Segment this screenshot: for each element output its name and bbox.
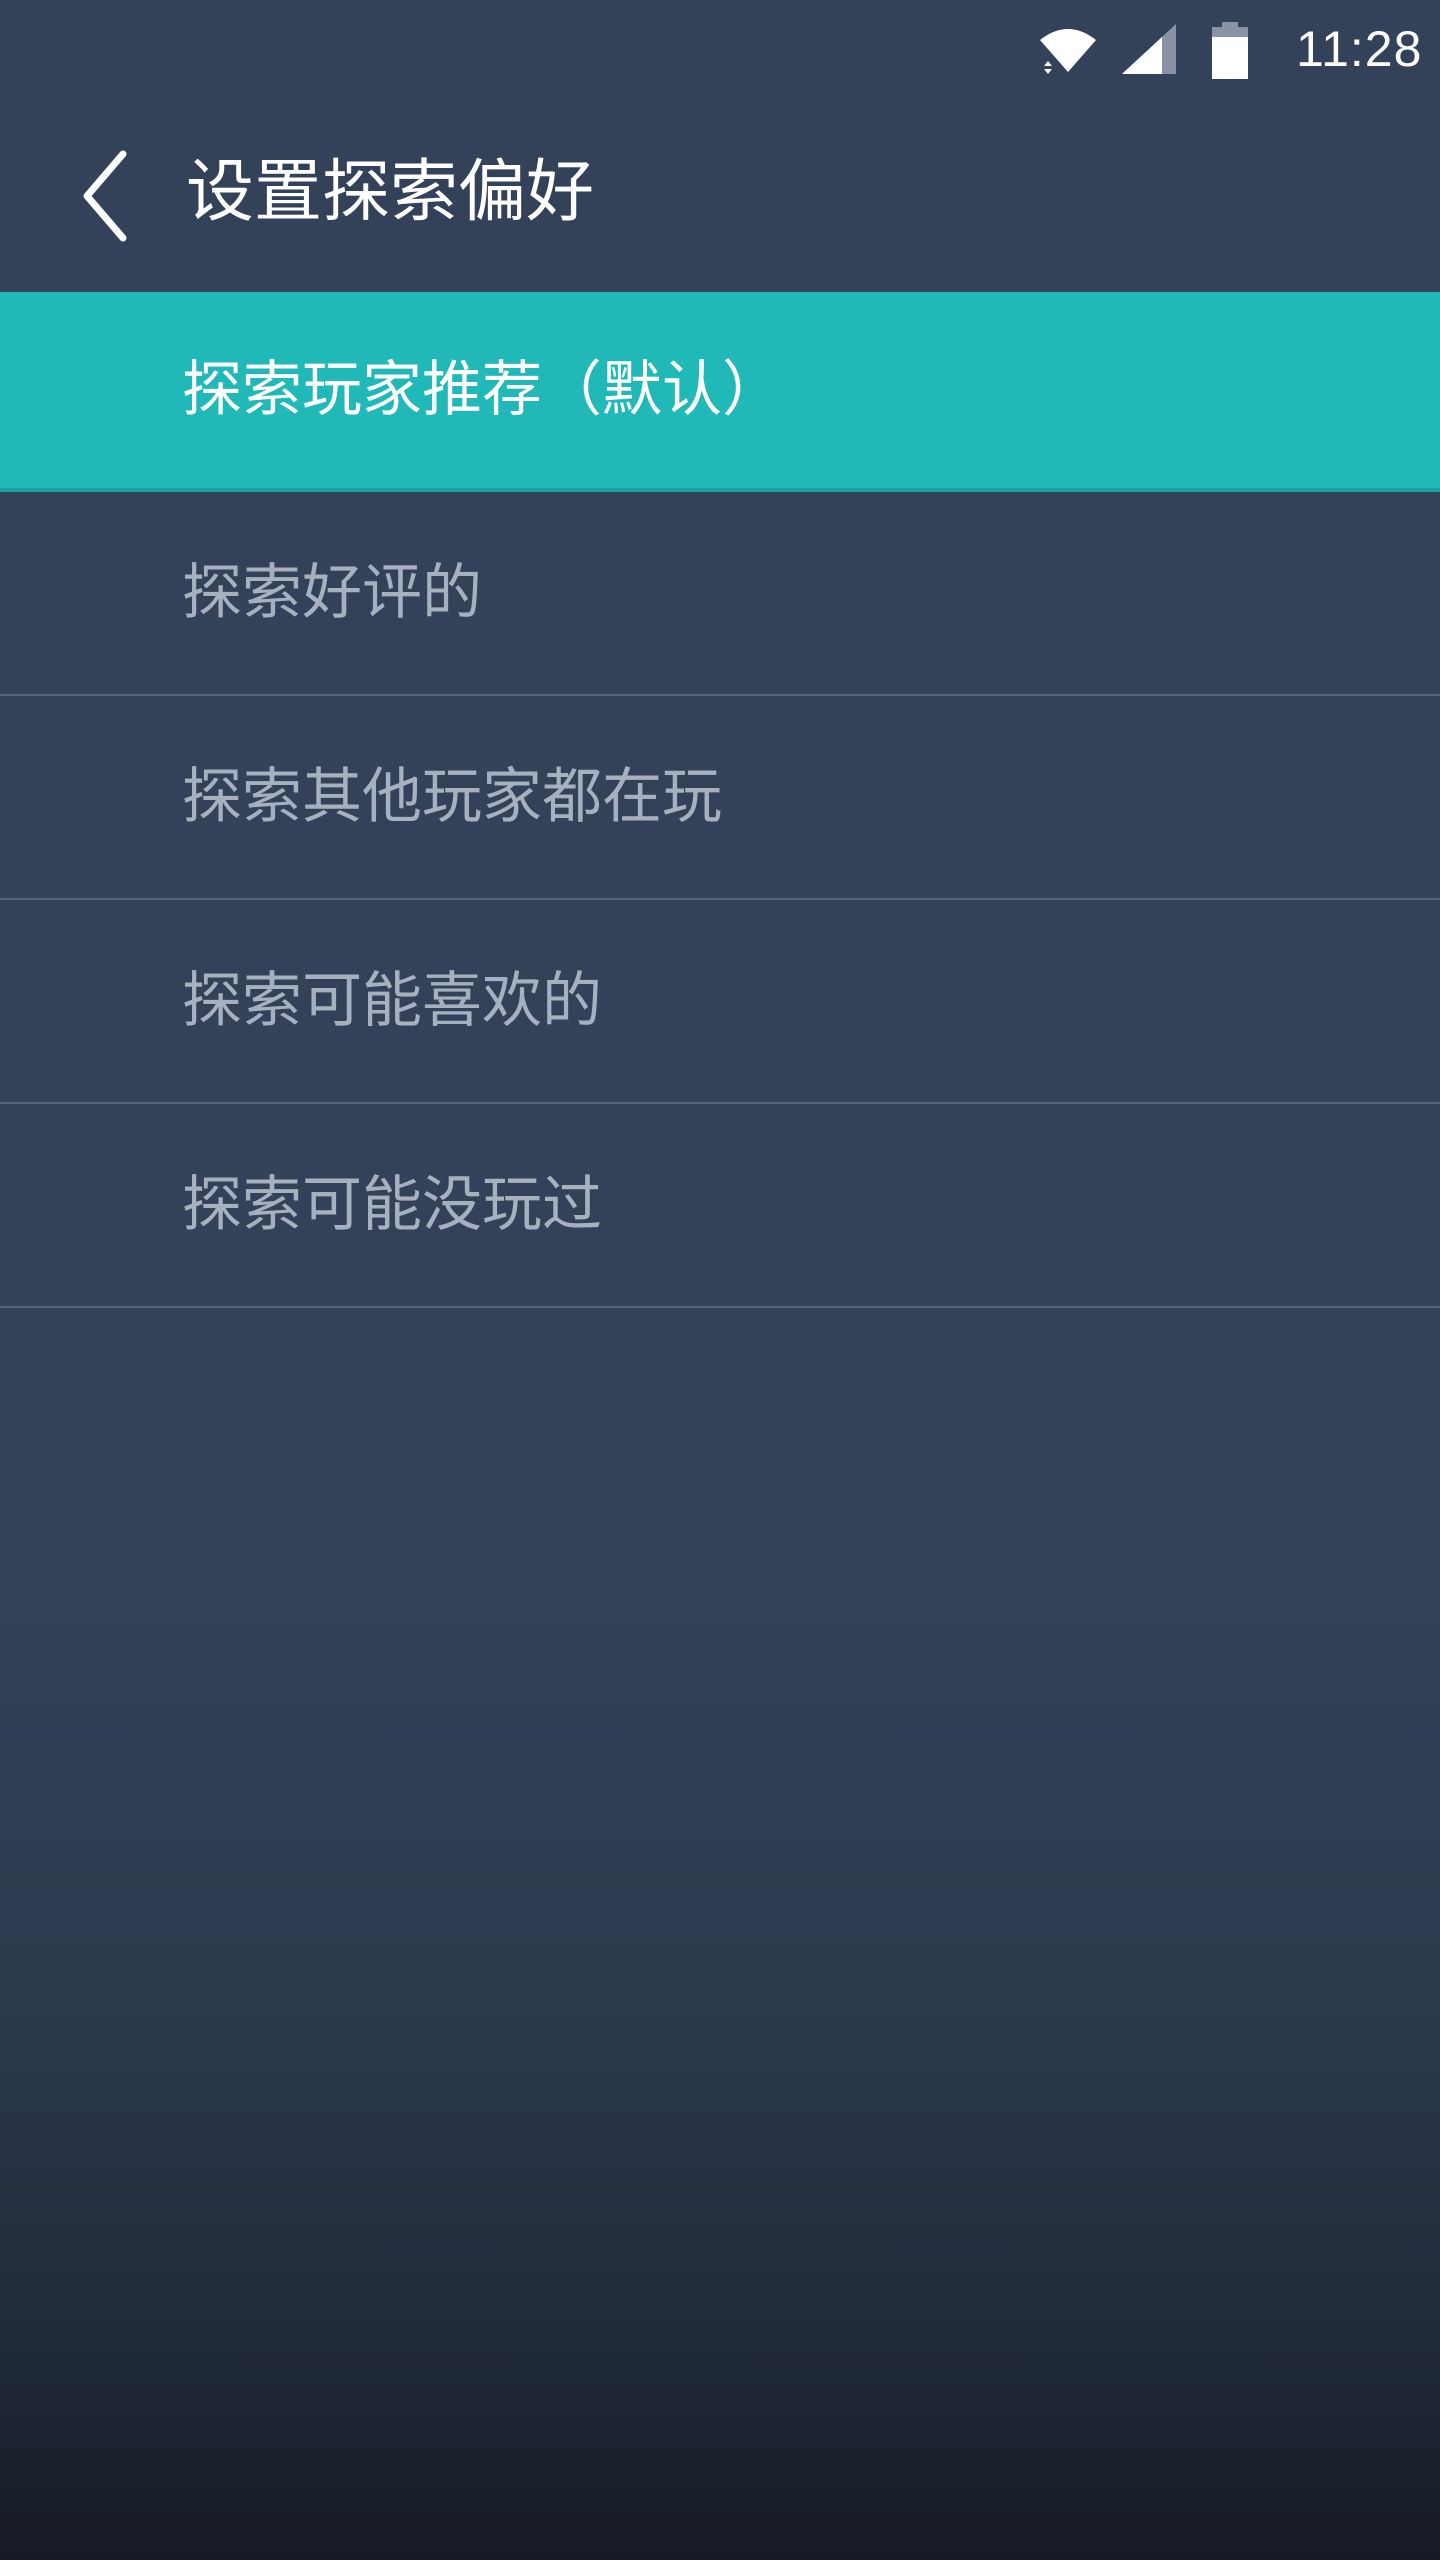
option-label: 探索其他玩家都在玩 bbox=[182, 762, 722, 832]
preference-option-not-played[interactable]: 探索可能没玩过 bbox=[0, 1104, 1440, 1308]
status-clock: 11:28 bbox=[1296, 21, 1423, 77]
chevron-left-icon bbox=[83, 150, 127, 242]
wifi-icon bbox=[1040, 29, 1096, 74]
preference-option-well-rated[interactable]: 探索好评的 bbox=[0, 492, 1440, 696]
option-label: 探索可能没玩过 bbox=[182, 1170, 602, 1240]
status-bar: 11:28 bbox=[0, 0, 1440, 100]
page-title: 设置探索偏好 bbox=[186, 153, 595, 232]
option-label: 探索好评的 bbox=[182, 558, 482, 628]
cell-signal-icon bbox=[1122, 24, 1176, 74]
preference-option-others-playing[interactable]: 探索其他玩家都在玩 bbox=[0, 696, 1440, 900]
preference-option-recommended[interactable]: 探索玩家推荐（默认） bbox=[0, 292, 1440, 492]
preference-list: 探索玩家推荐（默认） 探索好评的 探索其他玩家都在玩 探索可能喜欢的 探索可能没… bbox=[0, 292, 1440, 1308]
preference-option-may-like[interactable]: 探索可能喜欢的 bbox=[0, 900, 1440, 1104]
option-label: 探索玩家推荐（默认） bbox=[182, 355, 782, 425]
battery-icon bbox=[1212, 22, 1248, 79]
back-button[interactable] bbox=[60, 136, 150, 256]
app-header: 设置探索偏好 bbox=[0, 100, 1440, 292]
option-label: 探索可能喜欢的 bbox=[182, 966, 602, 1036]
